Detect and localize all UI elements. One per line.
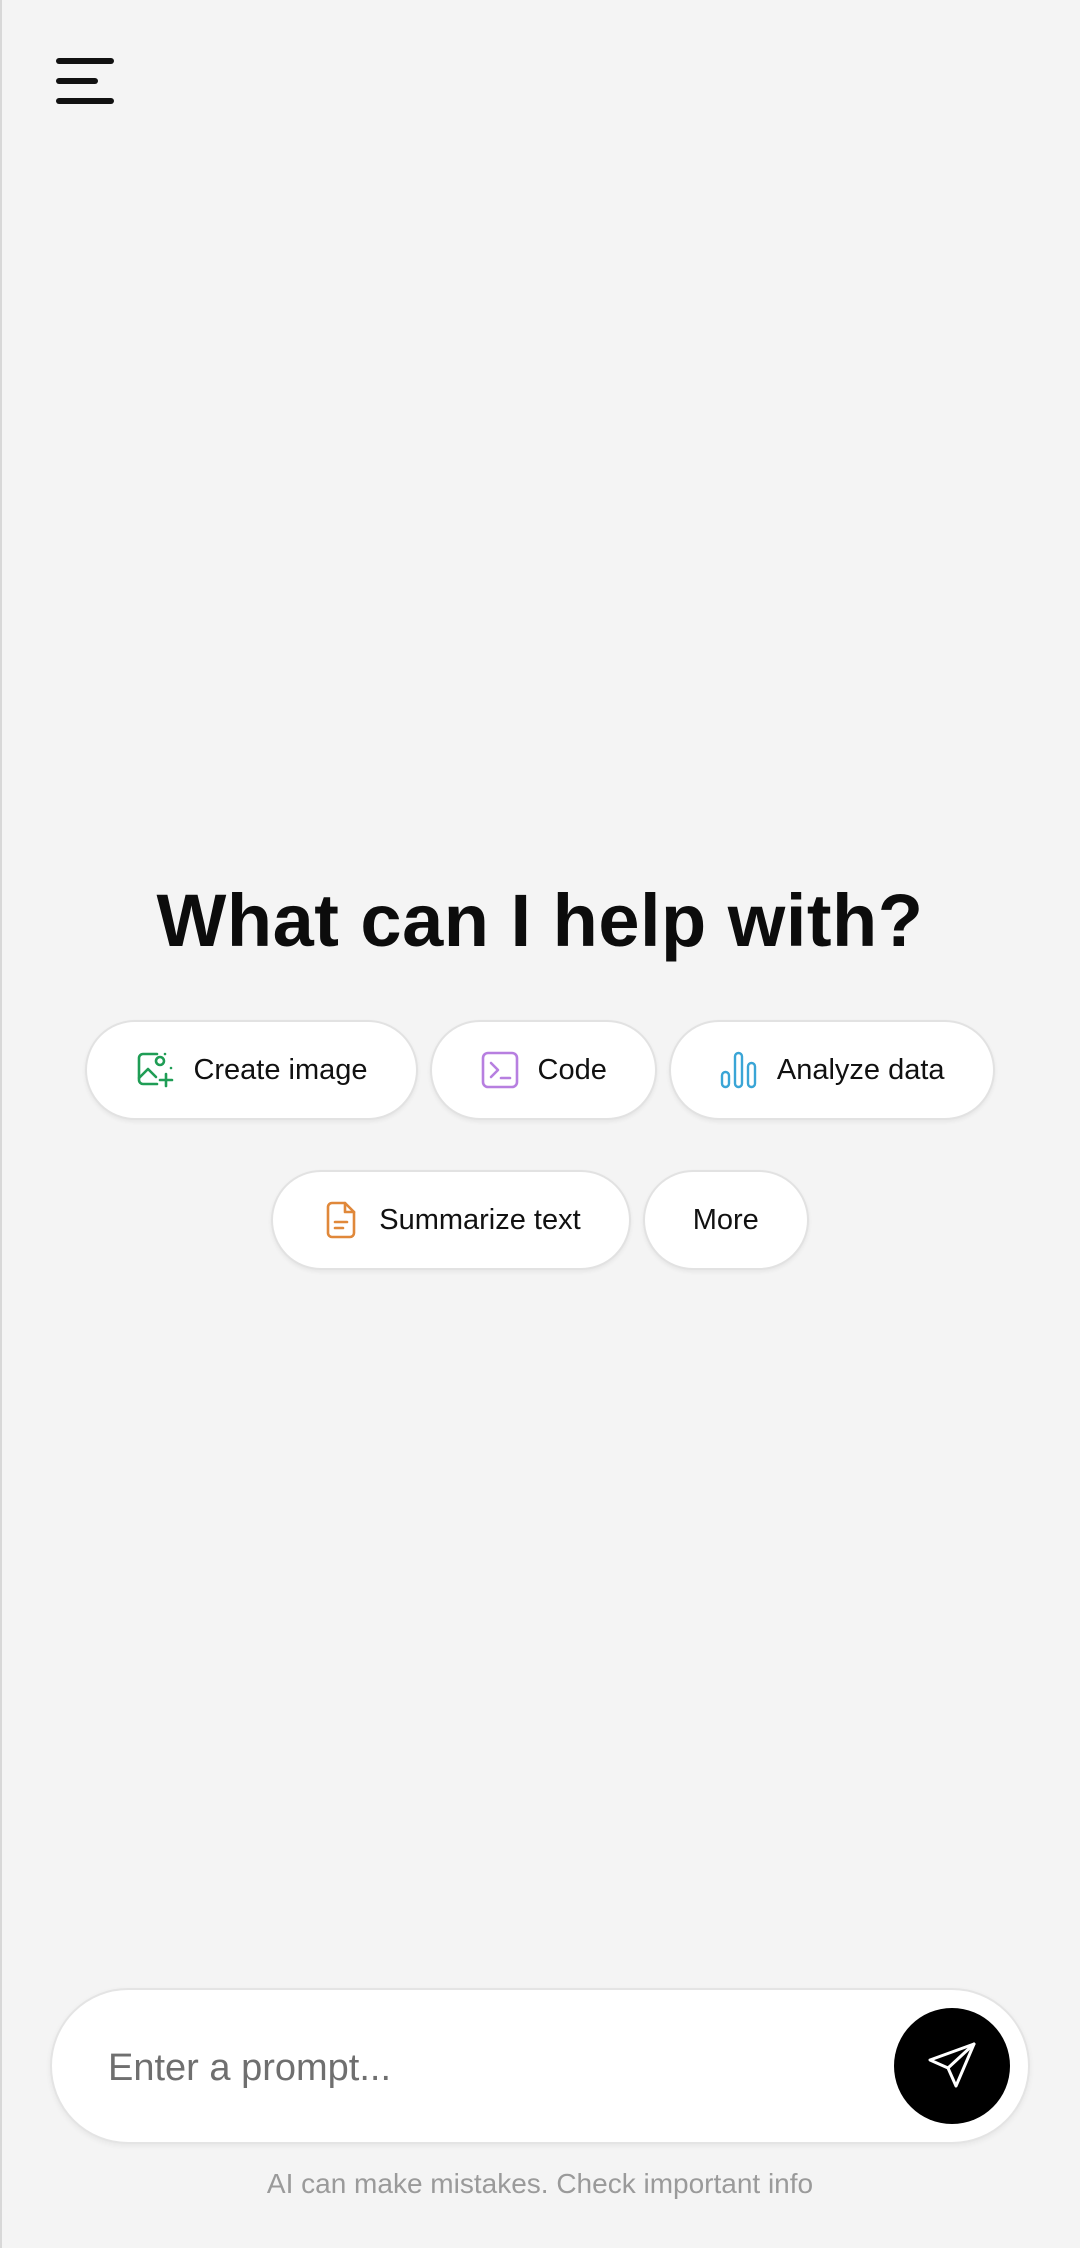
create-image-chip[interactable]: Create image [85,1020,418,1120]
disclaimer-text: AI can make mistakes. Check important in… [266,2168,814,2199]
menu-line [56,58,114,64]
send-button[interactable] [894,2008,1010,2124]
more-chip[interactable]: More [642,1170,809,1270]
chip-label: Analyze data [776,1053,945,1086]
analyze-data-chip[interactable]: Analyze data [668,1020,995,1120]
code-chip[interactable]: Code [429,1020,657,1120]
page-title: What can I help with? [156,879,924,962]
document-icon [321,1200,361,1240]
menu-line [56,78,98,84]
suggestion-chips-row-2: Summarize text More [0,1170,1080,1270]
screen-edge-divider [0,0,2,2248]
send-icon [924,2038,980,2094]
summarize-text-chip[interactable]: Summarize text [271,1170,631,1270]
terminal-icon [480,1050,520,1090]
bar-chart-icon [719,1050,759,1090]
chip-label: More [692,1203,759,1236]
suggestion-chips-row-1: Create image Code Analyze data [0,1020,1080,1120]
menu-line [56,98,114,104]
chip-label: Code [537,1053,607,1086]
chip-label: Summarize text [379,1203,581,1236]
prompt-input[interactable] [108,2028,868,2108]
prompt-composer [50,1988,1030,2144]
chip-label: Create image [193,1053,368,1086]
hamburger-menu-icon[interactable] [50,52,122,110]
app-screen: What can I help with? Create image Code … [0,0,1080,2248]
image-plus-icon [135,1050,175,1090]
